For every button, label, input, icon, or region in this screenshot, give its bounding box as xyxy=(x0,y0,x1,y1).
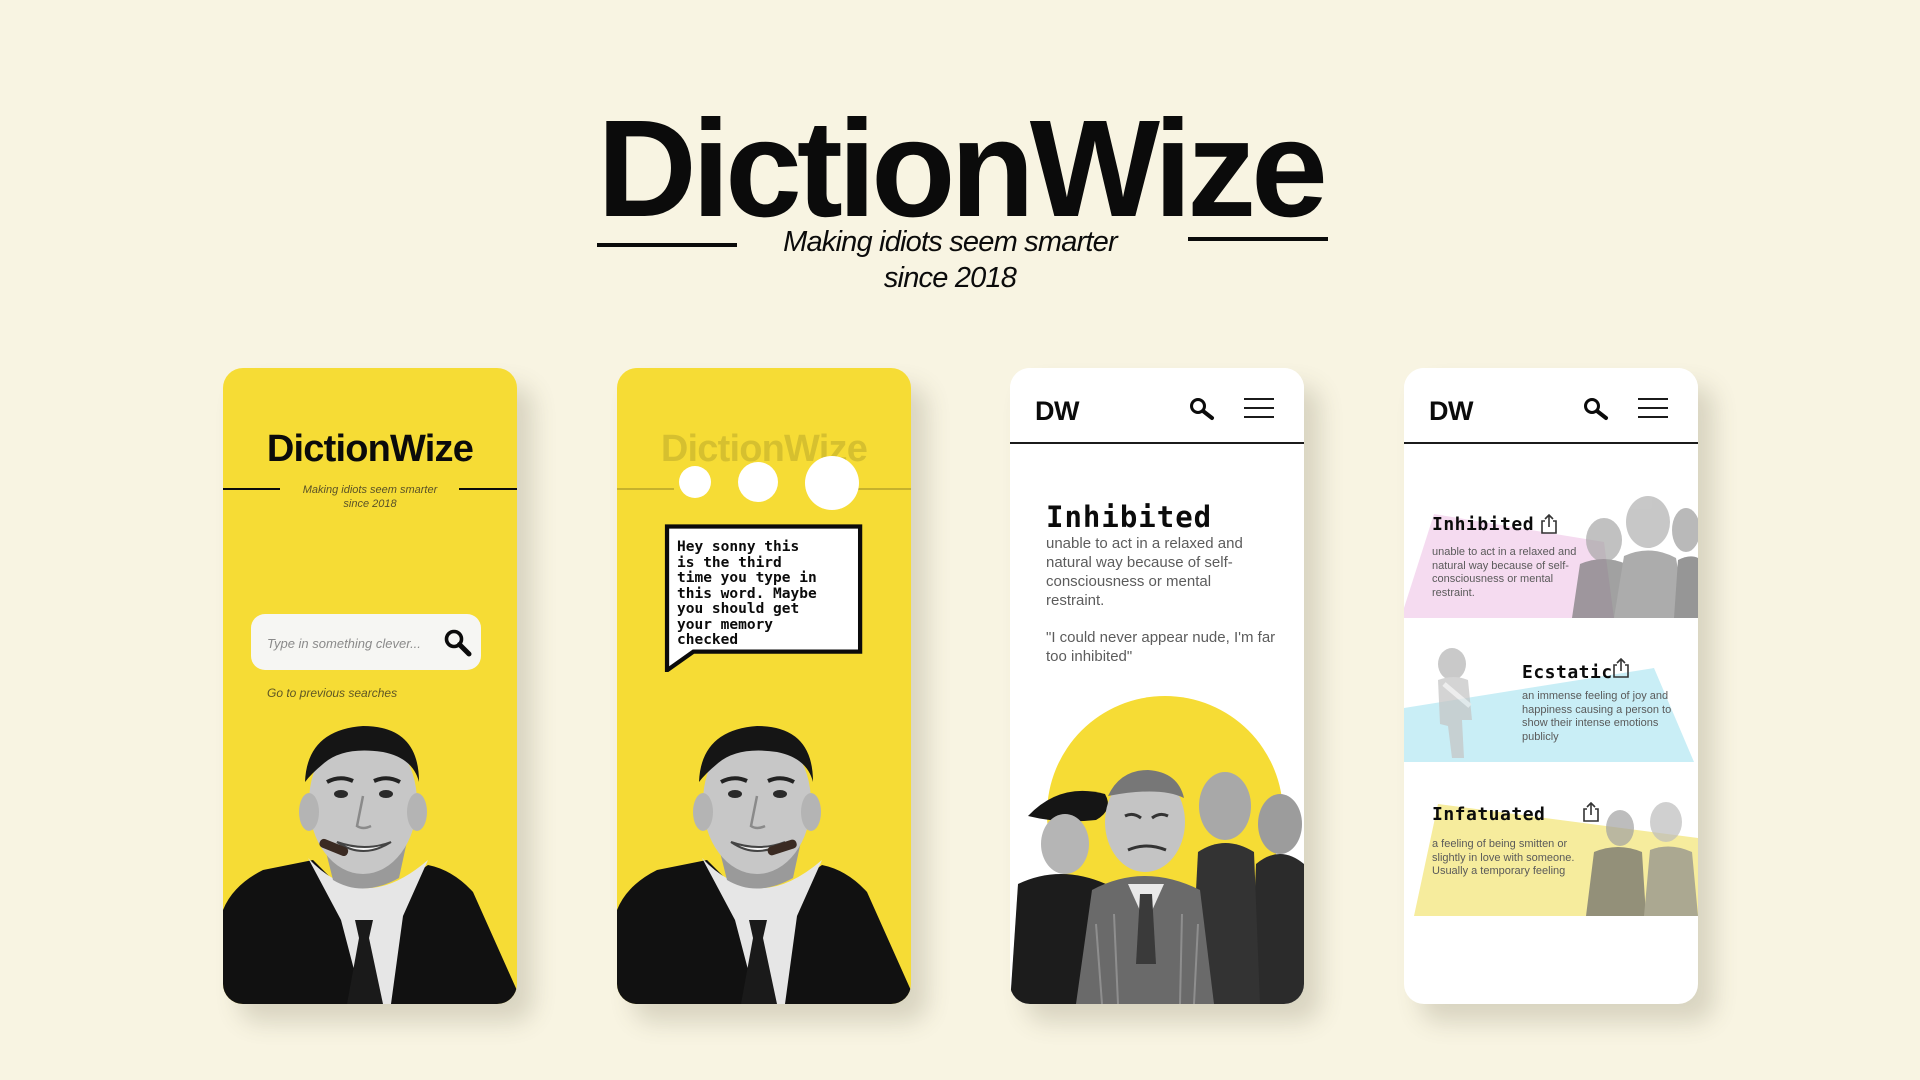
search-box[interactable] xyxy=(251,614,481,670)
hero-header: DictionWize Making idiots seem smarter s… xyxy=(0,100,1920,310)
phone-definition-screen: DW Inhibited unable to act in a relaxed … xyxy=(1010,368,1304,1004)
hero-tagline-line-2: since 2018 xyxy=(883,262,1017,294)
phone-typing-screen: DictionWize Hey sonny this is the third … xyxy=(617,368,911,1004)
share-icon[interactable] xyxy=(1612,657,1630,678)
entry-definition: unable to act in a relaxed and natural w… xyxy=(1432,546,1577,599)
hero-divider-left xyxy=(597,243,737,247)
hamburger-menu-icon[interactable] xyxy=(1244,398,1274,420)
logo-divider-right xyxy=(853,488,911,490)
previous-searches-link[interactable]: Go to previous searches xyxy=(267,686,397,700)
app-tagline-line-1: Making idiots seem smarter xyxy=(302,484,438,496)
word-definition: unable to act in a relaxed and natural w… xyxy=(1046,535,1243,609)
top-navbar: DW xyxy=(1010,368,1304,444)
hero-title: DictionWize xyxy=(597,92,1328,246)
hamburger-menu-icon[interactable] xyxy=(1638,398,1668,420)
entry-word[interactable]: Ecstatic xyxy=(1522,662,1613,683)
entry-word[interactable]: Infatuated xyxy=(1432,804,1545,825)
hero-tagline: Making idiots seem smarter since 2018 xyxy=(730,224,1170,296)
top-navbar: DW xyxy=(1404,368,1698,444)
app-tagline-line-2: since 2018 xyxy=(343,498,397,510)
vintage-man-portrait xyxy=(617,720,911,1004)
word-list-item[interactable]: Ecstatic an immense feeling of joy and h… xyxy=(1404,640,1698,762)
search-icon[interactable] xyxy=(1188,396,1216,424)
word-list-item[interactable]: Inhibited unable to act in a relaxed and… xyxy=(1404,496,1698,618)
app-tagline: Making idiots seem smarter since 2018 xyxy=(287,483,453,511)
search-input[interactable] xyxy=(267,633,437,653)
typing-dot-large xyxy=(805,456,859,510)
phone-word-list-screen: DW Inhibited unable to act in a relaxed … xyxy=(1404,368,1698,1004)
speech-bubble-text: Hey sonny this is the third time you typ… xyxy=(677,539,817,648)
word-list-item[interactable]: Infatuated a feeling of being smitten or… xyxy=(1404,794,1698,916)
hero-divider-right xyxy=(1188,237,1328,241)
share-icon[interactable] xyxy=(1540,513,1558,534)
hero-tagline-line-1: Making idiots seem smarter xyxy=(783,226,1118,258)
nav-logo[interactable]: DW xyxy=(1035,396,1079,427)
word-example: "I could never appear nude, I'm far too … xyxy=(1046,629,1276,665)
share-icon[interactable] xyxy=(1582,801,1600,822)
logo-divider-left xyxy=(617,488,674,490)
search-icon[interactable] xyxy=(443,628,473,658)
typing-dot-small xyxy=(679,466,711,498)
word-title: Inhibited xyxy=(1046,500,1213,534)
logo-divider-left xyxy=(223,488,280,490)
logo-divider-right xyxy=(459,488,517,490)
typing-dot-medium xyxy=(738,462,778,502)
phone-home-screen: DictionWize Making idiots seem smarter s… xyxy=(223,368,517,1004)
entry-definition: an immense feeling of joy and happiness … xyxy=(1522,690,1672,743)
app-logo: DictionWize xyxy=(266,428,474,470)
entry-word[interactable]: Inhibited xyxy=(1432,514,1534,535)
vintage-crowd-photo xyxy=(1010,694,1304,1004)
entry-definition: a feeling of being smitten or slightly i… xyxy=(1432,838,1575,877)
search-icon[interactable] xyxy=(1582,396,1610,424)
nav-logo[interactable]: DW xyxy=(1429,396,1473,427)
vintage-man-portrait xyxy=(223,720,517,1004)
